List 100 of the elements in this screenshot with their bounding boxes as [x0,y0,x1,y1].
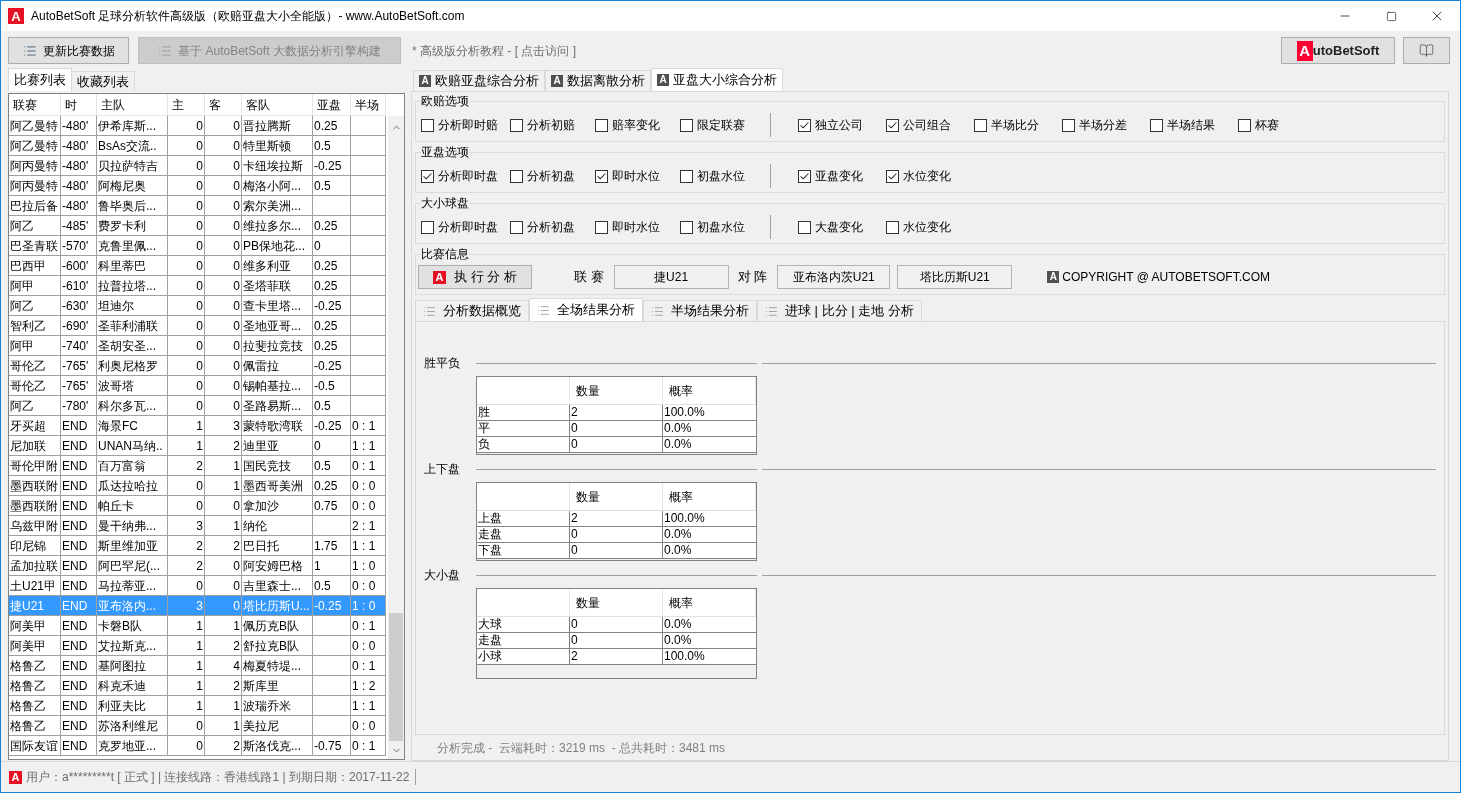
score-cell-text: 0 [196,577,203,595]
table-row[interactable]: 巴拉后备 -480' 鲁毕奥后... 0 0 索尔美洲... [9,196,387,216]
table-row[interactable]: 格鲁乙 END 利亚夫比 1 1 波瑞乔米 1 : 1 [9,696,387,716]
score-cell-text: 3 [233,417,240,435]
table-row[interactable]: 阿乙 -630' 坦迪尔 0 0 查卡里塔... -0.25 [9,296,387,316]
table-cell: 100.0% [663,405,756,421]
table-row[interactable]: 阿乙曼特 -480' BsAs交流.. 0 0 特里斯顿 0.5 [9,136,387,156]
handicap-cell-text: 0.25 [314,277,338,295]
handicap-cell-text: 0.25 [314,337,338,355]
scrollbar-thumb[interactable] [389,613,403,741]
table-row[interactable]: 阿丙曼特 -480' 阿梅尼奥 0 0 梅洛小阿... 0.5 [9,176,387,196]
half-time-cell-text: 0 : 1 [352,617,376,635]
tab[interactable]: 进球 | 比分 | 走地 分析 [757,300,922,321]
table-row[interactable]: 土U21甲 END 马拉蒂亚... 0 0 吉里森士... 0.5 0 : 0 [9,576,387,596]
option-checkbox[interactable]: 限定联赛 [680,116,745,134]
tab[interactable]: 全场结果分析 [529,298,643,321]
table-row[interactable]: 阿乙曼特 -480' 伊希库斯... 0 0 晋拉腾斯 0.25 [9,116,387,136]
table-row[interactable]: 阿美甲 END 艾拉斯克... 1 2 舒拉克B队 0 : 0 [9,636,387,656]
option-checkbox[interactable]: 分析即时盘 [421,218,498,236]
option-checkbox[interactable]: 独立公司 [798,116,863,134]
time-cell-text: END [62,477,88,495]
manual-button[interactable] [1403,37,1450,64]
table-row[interactable]: 国际友谊 END 克罗地亚... 0 2 斯洛伐克... -0.75 0 : 1 [9,736,387,756]
table-row[interactable]: 牙买超 END 海景FC 1 3 蒙特歌湾联 -0.25 0 : 1 [9,416,387,436]
option-checkbox[interactable]: 即时水位 [595,218,660,236]
league-cell-text: 格鲁乙 [10,717,46,735]
run-analysis-button[interactable]: A 执 行 分 析 [418,265,532,289]
table-cell: 大球 [477,617,570,633]
table-cell: 0 [570,543,663,559]
table-row[interactable]: 阿美甲 END 卡磐B队 1 1 佩历克B队 0 : 1 [9,616,387,636]
option-checkbox[interactable]: 赔率变化 [595,116,660,134]
table-row[interactable]: 墨西联附 END 瓜达拉哈拉 0 1 墨西哥美洲 0.25 0 : 0 [9,476,387,496]
table-row[interactable]: 格鲁乙 END 苏洛利维尼 0 1 美拉尼 0 : 0 [9,716,387,736]
league-cell-text: 墨西联附 [10,477,58,495]
update-data-button[interactable]: 更新比赛数据 [8,37,129,64]
table-row[interactable]: 智利乙 -690' 圣菲利浦联 0 0 圣地亚哥... 0.25 [9,316,387,336]
score-cell-text: 1 [196,417,203,435]
league-cell-text: 哥伦乙 [10,377,46,395]
handicap-cell-text: 0.25 [314,257,338,275]
option-checkbox[interactable]: 公司组合 [886,116,951,134]
table-cell: 走盘 [477,527,570,543]
option-checkbox[interactable]: 水位变化 [886,218,951,236]
time-cell-text: -480' [62,197,89,215]
table-row[interactable]: 印尼锦 END 斯里维加亚 2 2 巴日托 1.75 1 : 1 [9,536,387,556]
tab[interactable]: 比赛列表 [8,68,72,91]
table-row[interactable]: 阿甲 -610' 拉普拉塔... 0 0 圣塔菲联 0.25 [9,276,387,296]
table-row[interactable]: 格鲁乙 END 基阿图拉 1 4 梅夏特堤... 0 : 1 [9,656,387,676]
time-cell-text: -485' [62,217,89,235]
option-checkbox[interactable]: 半场比分 [974,116,1039,134]
table-row[interactable]: 哥伦乙 -765' 利奥尼格罗 0 0 佩雷拉 -0.25 [9,356,387,376]
option-checkbox[interactable]: 分析即时盘 [421,167,498,185]
brand-button[interactable]: A utoBetSoft [1281,37,1395,64]
option-checkbox[interactable]: 亚盘变化 [798,167,863,185]
score-cell-text: 0 [196,477,203,495]
section-title: 大小盘 [424,567,461,584]
tab[interactable]: A 欧赔亚盘综合分析 [413,70,545,91]
tutorial-link[interactable]: * 高级版分析教程 - [ 点击访问 ] [412,41,576,60]
table-row[interactable]: 哥伦乙 -765' 波哥塔 0 0 锡帕基拉... -0.5 [9,376,387,396]
table-row[interactable]: 阿乙 -485' 费罗卡利 0 0 维拉多尔... 0.25 [9,216,387,236]
table-row[interactable]: 阿甲 -740' 圣胡安圣... 0 0 拉斐拉竞技 0.25 [9,336,387,356]
logo-mark: A [551,75,563,87]
table-row[interactable]: 墨西联附 END 帕丘卡 0 0 拿加沙 0.75 0 : 0 [9,496,387,516]
table-row[interactable]: 格鲁乙 END 科克禾迪 1 2 斯库里 1 : 2 [9,676,387,696]
table-row[interactable]: 巴圣青联 -570' 克鲁里佩... 0 0 PB保地花... 0 [9,236,387,256]
table-row[interactable]: 尼加联 END UNAN马纳.. 1 2 迪里亚 0 1 : 1 [9,436,387,456]
league-cell-text: 牙买超 [10,417,46,435]
half-time-cell-text: 1 : 0 [352,597,376,615]
option-checkbox[interactable]: 大盘变化 [798,218,863,236]
table-row[interactable]: 阿乙 -780' 科尔多瓦... 0 0 圣路易斯... 0.5 [9,396,387,416]
score-cell-text: 2 [196,457,203,475]
option-checkbox[interactable]: 分析初盘 [510,218,575,236]
option-checkbox[interactable]: 分析初盘 [510,167,575,185]
score-cell-text: 0 [196,337,203,355]
table-row[interactable]: 巴西甲 -600' 科里蒂巴 0 0 维多利亚 0.25 [9,256,387,276]
table-cell: 0.0% [663,617,756,633]
tab[interactable]: A 亚盘大小综合分析 [651,68,783,91]
option-checkbox[interactable]: 初盘水位 [680,218,745,236]
table-row[interactable]: 乌兹甲附 END 曼干纳弗... 3 1 纳伦 2 : 1 [9,516,387,536]
option-checkbox[interactable]: 初盘水位 [680,167,745,185]
list-icon [765,304,778,318]
option-checkbox[interactable]: 分析初赔 [510,116,575,134]
handicap-cell-text: 0.5 [314,397,331,415]
option-checkbox[interactable]: 半场结果 [1150,116,1215,134]
tab[interactable]: 收藏列表 [72,71,135,91]
handicap-cell-text: -0.25 [314,357,342,375]
table-row[interactable]: 孟加拉联 END 阿巴罕尼(... 2 0 阿安姆巴格 1 1 : 0 [9,556,387,576]
table-row[interactable]: 阿丙曼特 -480' 贝拉萨特吉 0 0 卡纽埃拉斯 -0.25 [9,156,387,176]
option-checkbox[interactable]: 杯赛 [1238,116,1279,134]
table-row[interactable]: 哥伦甲附 END 百万富翁 2 1 国民竞技 0.5 0 : 1 [9,456,387,476]
away-team-cell-text: 卡纽埃拉斯 [243,157,303,175]
option-checkbox[interactable]: 即时水位 [595,167,660,185]
league-cell-text: 墨西联附 [10,497,58,515]
time-cell-text: END [62,517,88,535]
tab[interactable]: 半场结果分析 [643,300,757,321]
option-checkbox[interactable]: 分析即时赔 [421,116,498,134]
tab[interactable]: A 数据离散分析 [545,70,651,91]
option-checkbox[interactable]: 半场分差 [1062,116,1127,134]
column-header: 概率 [663,483,756,510]
option-checkbox[interactable]: 水位变化 [886,167,951,185]
tab[interactable]: 分析数据概览 [415,300,529,321]
